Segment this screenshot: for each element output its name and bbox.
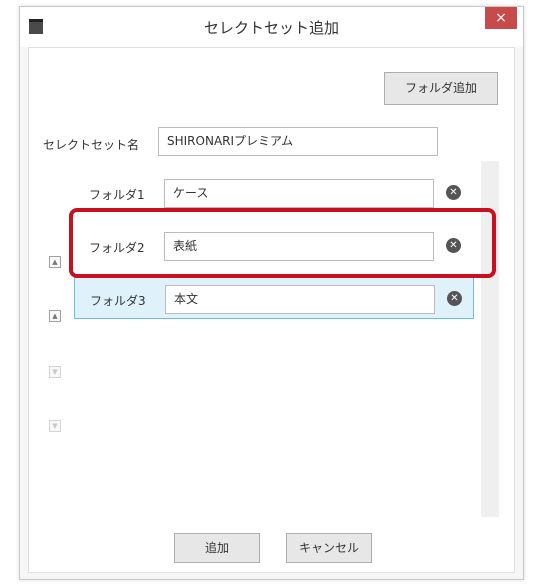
dialog-content: フォルダ追加 セレクトセット名 SHIRONARIプレミアム フォルダ1 ケース… bbox=[28, 47, 515, 573]
move-bottom-icon[interactable]: ▼ bbox=[49, 420, 61, 432]
dialog-title: セレクトセット追加 bbox=[203, 19, 339, 37]
folder-row-selected: フォルダ3 本文 ✕ bbox=[74, 277, 474, 319]
add-folder-button[interactable]: フォルダ追加 bbox=[384, 72, 498, 105]
folder-label: フォルダ1 bbox=[89, 188, 145, 202]
select-set-dialog: セレクトセット追加 × フォルダ追加 セレクトセット名 SHIRONARIプレミ… bbox=[19, 6, 524, 580]
move-down-icon[interactable]: ▼ bbox=[49, 366, 61, 378]
cancel-button[interactable]: キャンセル bbox=[286, 533, 372, 563]
folder-name-input[interactable]: 本文 bbox=[165, 285, 435, 314]
title-bar: セレクトセット追加 × bbox=[20, 7, 523, 47]
remove-icon[interactable]: ✕ bbox=[446, 185, 461, 200]
folder-name-input[interactable]: ケース bbox=[164, 179, 434, 208]
folder-label: フォルダ3 bbox=[90, 294, 146, 308]
move-up-icon[interactable]: ▲ bbox=[49, 310, 61, 322]
select-set-name-input[interactable]: SHIRONARIプレミアム bbox=[158, 127, 438, 156]
close-button[interactable]: × bbox=[485, 7, 517, 29]
move-top-icon[interactable]: ▲ bbox=[49, 256, 61, 268]
remove-icon[interactable]: ✕ bbox=[447, 291, 462, 306]
add-button[interactable]: 追加 bbox=[174, 533, 260, 563]
highlight-box bbox=[69, 208, 496, 278]
select-set-name-label: セレクトセット名 bbox=[43, 138, 140, 152]
